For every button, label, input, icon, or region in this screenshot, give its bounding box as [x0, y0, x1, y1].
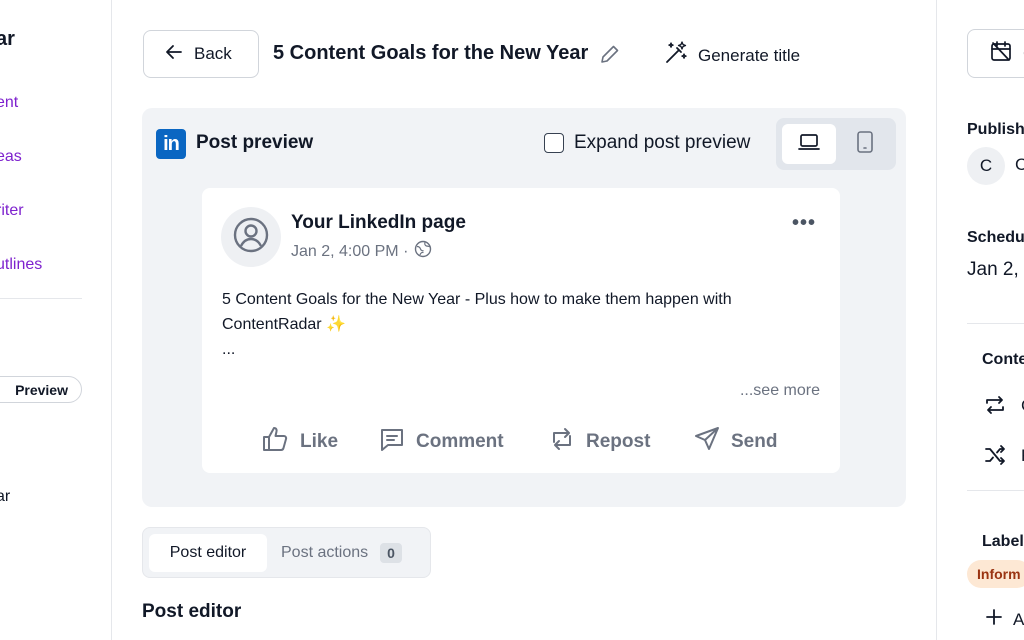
tab-post-editor[interactable]: Post editor [149, 534, 267, 572]
laptop-icon [797, 132, 821, 157]
send-icon [693, 425, 721, 459]
repost-button[interactable]: Repost [548, 424, 693, 460]
editor-tabs: Post editor Post actions 0 [142, 527, 431, 578]
post-body-line: ... [222, 341, 236, 358]
right-panel: C Publish C C Schedu Jan 2, Conte C F La… [936, 0, 1024, 640]
content-section-label: Conte [982, 351, 1024, 368]
shuffle-icon[interactable] [983, 443, 1007, 472]
post-body: 5 Content Goals for the New Year - Plus … [222, 287, 822, 362]
page-name: Your LinkedIn page [291, 212, 466, 233]
expand-preview-checkbox[interactable] [544, 133, 564, 153]
schedule-label: Schedu [967, 229, 1024, 246]
expand-preview-label: Expand post preview [574, 132, 751, 153]
post-body-line: 5 Content Goals for the New Year - Plus … [222, 291, 732, 308]
avatar [221, 207, 281, 267]
post-actions-count-badge: 0 [380, 543, 402, 563]
schedule-value[interactable]: Jan 2, [967, 259, 1019, 281]
repost-label: Repost [586, 431, 651, 452]
comment-icon [378, 425, 406, 459]
post-actions-bar: Like Comment Repost Send [260, 424, 777, 460]
device-toggle [776, 118, 896, 170]
phone-icon [856, 130, 874, 159]
right-divider [967, 490, 1024, 491]
back-button[interactable]: Back [143, 30, 259, 78]
user-icon [232, 216, 270, 259]
preview-pill-button[interactable]: Preview [0, 376, 82, 403]
generate-title-button[interactable]: Generate title [663, 40, 800, 71]
post-timestamp: Jan 2, 4:00 PM · [291, 240, 432, 263]
calendar-button[interactable]: C [967, 29, 1024, 78]
main-content: Back 5 Content Goals for the New Year Ge… [113, 0, 935, 640]
pencil-icon[interactable] [599, 43, 621, 70]
sidebar-link-writer[interactable]: riter [0, 202, 24, 220]
tab-post-actions-label: Post actions [281, 544, 369, 561]
labels-section-label: Label [982, 533, 1024, 550]
post-editor-heading: Post editor [142, 601, 242, 622]
swap-icon[interactable] [983, 393, 1007, 422]
like-label: Like [300, 431, 339, 452]
publisher-avatar: C [967, 147, 1005, 185]
more-options-icon[interactable]: ••• [792, 212, 816, 235]
see-more-link[interactable]: ...see more [740, 382, 820, 400]
add-label-text: A [1013, 609, 1024, 629]
generate-title-label: Generate title [698, 45, 801, 65]
sidebar-link-outlines[interactable]: utlines [0, 256, 42, 274]
sidebar-divider [0, 298, 82, 299]
mobile-view-button[interactable] [838, 124, 892, 164]
arrow-left-icon [164, 42, 184, 67]
desktop-view-button[interactable] [782, 124, 836, 164]
publisher-label: Publish [967, 121, 1024, 138]
sidebar-link-ideas[interactable]: eas [0, 148, 22, 166]
comment-button[interactable]: Comment [378, 424, 548, 460]
linkedin-post-card: Your LinkedIn page Jan 2, 4:00 PM · ••• … [202, 188, 840, 473]
globe-icon [414, 240, 432, 263]
plus-icon [985, 608, 1003, 631]
left-sidebar: ar ent eas riter utlines Preview ar [0, 0, 112, 640]
post-preview-label: Post preview [196, 132, 314, 153]
sidebar-bottom-text[interactable]: ar [0, 488, 10, 506]
like-button[interactable]: Like [260, 424, 378, 460]
send-label: Send [731, 431, 778, 452]
post-body-line: ContentRadar ✨ [222, 316, 346, 333]
linkedin-icon: in [156, 129, 186, 159]
thumbs-up-icon [260, 424, 290, 460]
tab-post-actions[interactable]: Post actions 0 [281, 534, 402, 572]
back-label: Back [194, 44, 232, 63]
magic-wand-icon [663, 40, 689, 71]
post-preview-panel: in Post preview Expand post preview Your… [142, 108, 906, 507]
post-title: 5 Content Goals for the New Year [273, 42, 589, 64]
send-button[interactable]: Send [693, 424, 777, 460]
add-label-button[interactable]: A [985, 608, 1024, 631]
right-divider [967, 323, 1024, 324]
label-badge[interactable]: Inform [967, 560, 1024, 588]
sidebar-link-content[interactable]: ent [0, 94, 18, 112]
expand-preview-toggle[interactable]: Expand post preview [544, 132, 750, 154]
brand-name: ar [0, 28, 15, 50]
repost-icon [548, 425, 576, 459]
calendar-off-icon [989, 39, 1013, 68]
timestamp-text: Jan 2, 4:00 PM · [291, 242, 409, 260]
publisher-name: C [1015, 155, 1024, 175]
comment-label: Comment [416, 431, 504, 452]
